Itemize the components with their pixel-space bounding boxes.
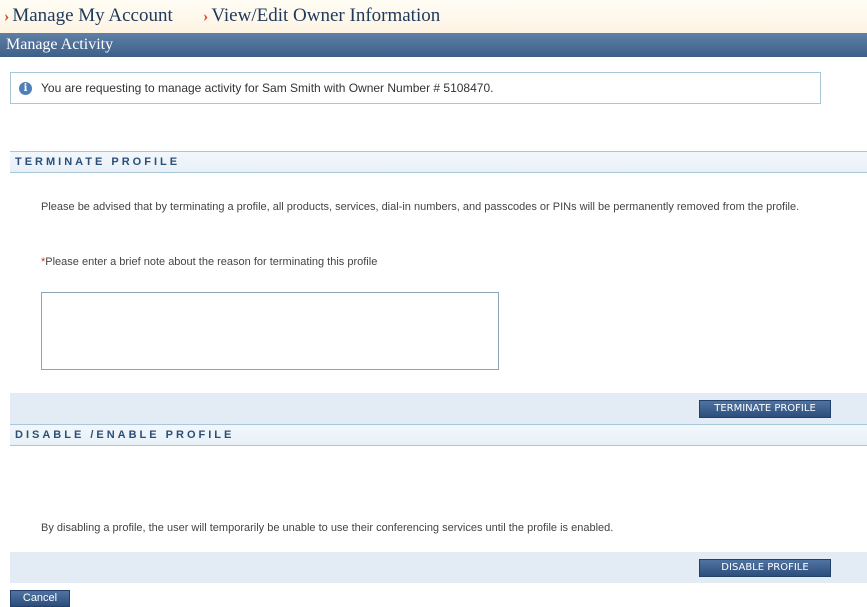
terminate-description: Please be advised that by terminating a … bbox=[41, 201, 800, 213]
cancel-button[interactable]: Cancel bbox=[10, 590, 70, 607]
info-message-text: You are requesting to manage activity fo… bbox=[41, 81, 494, 95]
chevron-right-icon: › bbox=[4, 8, 10, 25]
breadcrumb: › Manage My Account › View/Edit Owner Info… bbox=[0, 0, 867, 33]
terminate-profile-button[interactable]: TERMINATE PROFILE bbox=[699, 400, 831, 418]
breadcrumb-label: Manage My Account bbox=[12, 5, 173, 26]
chevron-right-icon: › bbox=[203, 8, 209, 25]
disable-description: By disabling a profile, the user will te… bbox=[41, 522, 614, 534]
terminate-note-label: *Please enter a brief note about the rea… bbox=[41, 255, 867, 270]
disable-enable-profile-header: DISABLE /ENABLE PROFILE bbox=[10, 424, 867, 446]
breadcrumb-item-view-edit-owner: › View/Edit Owner Information bbox=[203, 5, 440, 27]
terminate-action-bar: TERMINATE PROFILE bbox=[10, 393, 867, 424]
terminate-reason-textarea[interactable] bbox=[41, 292, 499, 370]
info-message-box: i You are requesting to manage activity … bbox=[10, 72, 821, 104]
info-icon: i bbox=[19, 82, 32, 95]
manage-activity-title: Manage Activity bbox=[6, 36, 114, 53]
disable-profile-button[interactable]: DISABLE PROFILE bbox=[699, 559, 831, 577]
terminate-profile-header: TERMINATE PROFILE bbox=[10, 151, 867, 173]
disable-action-bar: DISABLE PROFILE bbox=[10, 552, 867, 583]
disable-enable-profile-header-label: DISABLE /ENABLE PROFILE bbox=[15, 429, 235, 441]
breadcrumb-item-manage-account[interactable]: › Manage My Account bbox=[4, 5, 173, 27]
terminate-profile-header-label: TERMINATE PROFILE bbox=[15, 156, 181, 168]
manage-activity-bar: Manage Activity bbox=[0, 33, 867, 57]
terminate-note-label-text: Please enter a brief note about the reas… bbox=[45, 256, 378, 268]
breadcrumb-label: View/Edit Owner Information bbox=[211, 5, 441, 26]
